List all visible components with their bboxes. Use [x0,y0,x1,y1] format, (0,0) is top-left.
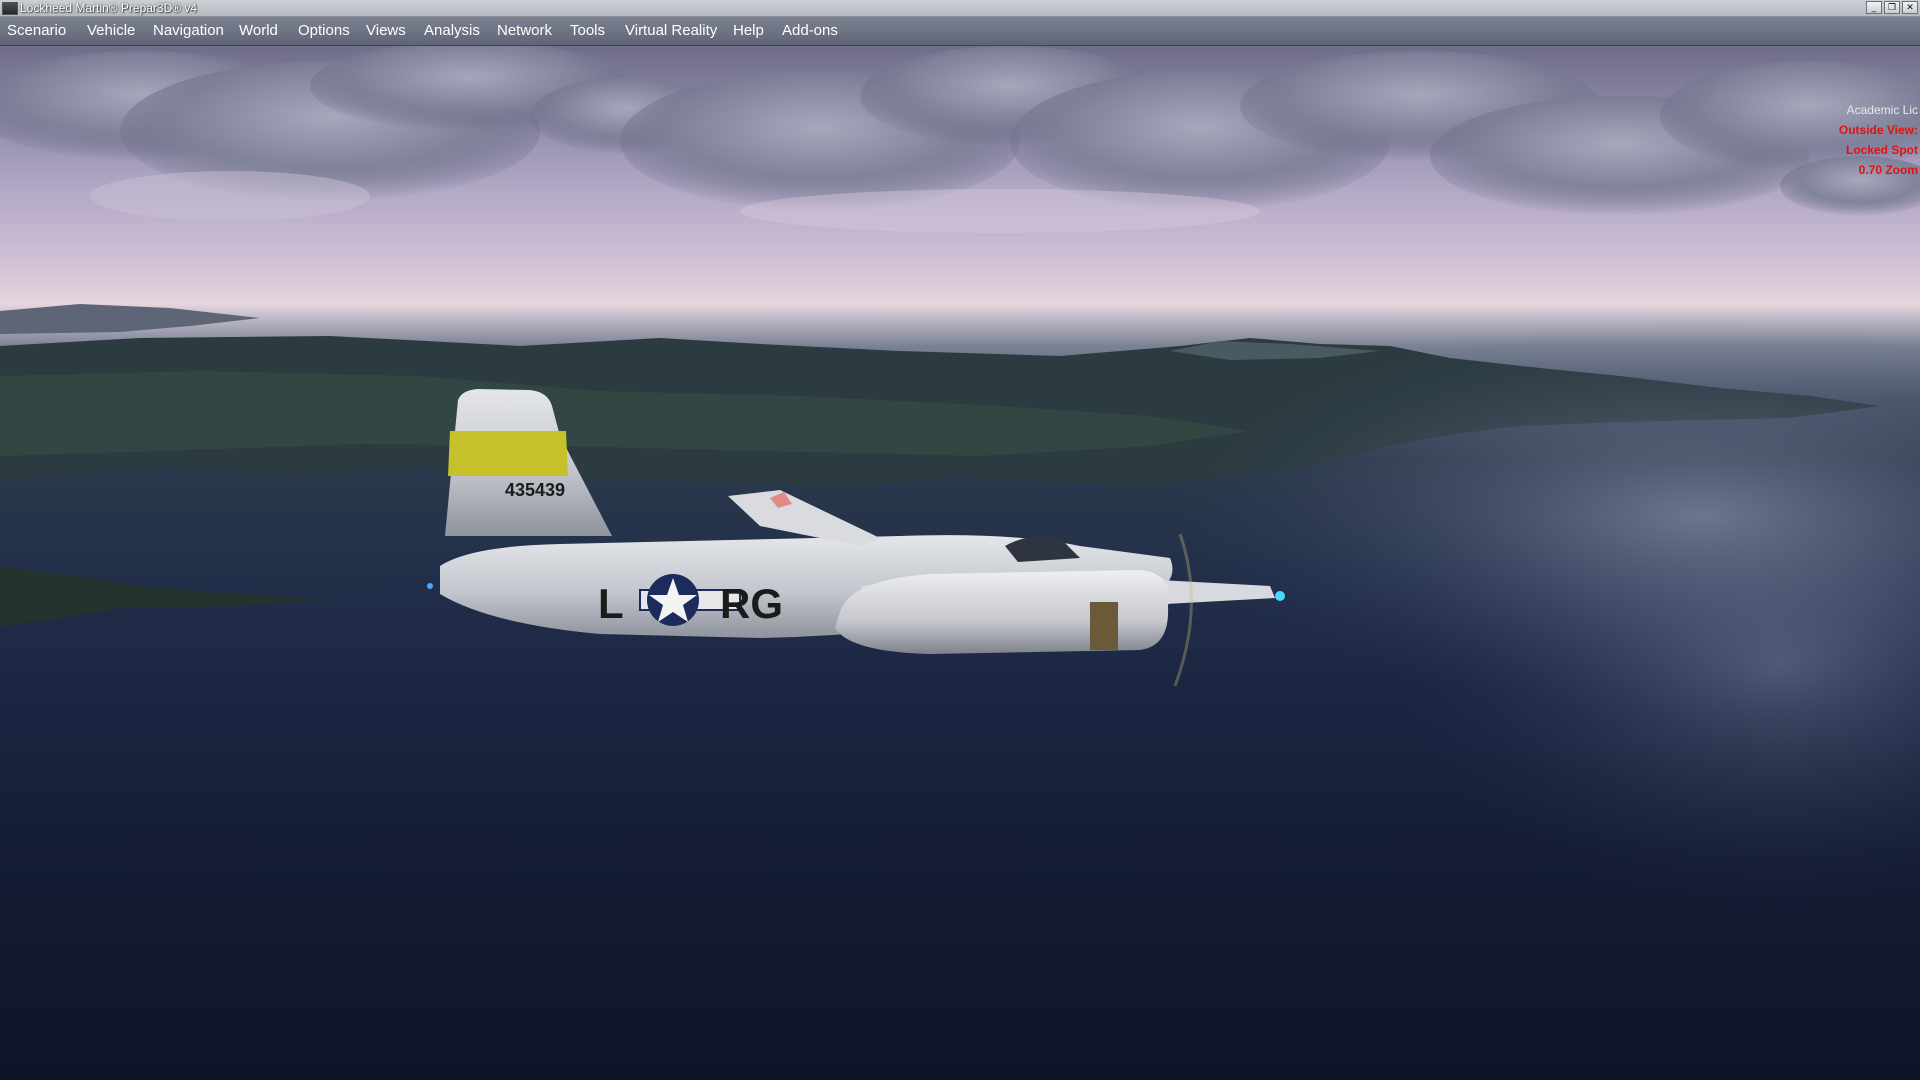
menu-bar: Scenario Vehicle Navigation World Option… [0,17,1920,46]
engine-nacelle [835,570,1170,654]
zoom-label: 0.70 Zoom [1858,163,1918,177]
menu-add-ons[interactable]: Add-ons [782,22,838,40]
view-mode-label: Outside View: [1838,123,1918,137]
app-icon[interactable] [2,2,18,15]
cloud-layer [0,46,1920,233]
menu-navigation[interactable]: Navigation [153,22,224,40]
far-wing [728,490,880,546]
propeller-blur [1173,533,1193,687]
code-letter-left: L [598,580,624,627]
menu-analysis[interactable]: Analysis [424,22,480,40]
code-letters-right: RG [720,580,783,627]
simulation-viewport[interactable]: 435439 L RG Academic Lic Outside View: L… [0,46,1920,1080]
restore-button[interactable]: ❐ [1884,1,1900,14]
engine-exhaust [1090,602,1118,650]
view-type-label: Locked Spot [1845,143,1918,157]
menu-scenario[interactable]: Scenario [7,22,66,40]
license-label: Academic Lic [1846,103,1918,117]
flight-scene: 435439 L RG [0,46,1920,906]
simulator-window: Lockheed Martin® Prepar3D® v4 _ ❐ ✕ Scen… [0,0,1920,1080]
nav-light-tail [427,583,433,589]
minimize-button[interactable]: _ [1866,1,1882,14]
tail-band [448,431,568,476]
menu-vehicle[interactable]: Vehicle [87,22,135,40]
menu-network[interactable]: Network [497,22,552,40]
close-button[interactable]: ✕ [1902,1,1918,14]
menu-options[interactable]: Options [298,22,350,40]
nav-light-wingtip [1275,591,1285,601]
menu-tools[interactable]: Tools [570,22,605,40]
tail-number: 435439 [505,480,565,500]
window-title: Lockheed Martin® Prepar3D® v4 [20,1,198,15]
menu-views[interactable]: Views [366,22,406,40]
menu-help[interactable]: Help [733,22,764,40]
menu-virtual-reality[interactable]: Virtual Reality [625,22,717,40]
window-controls: _ ❐ ✕ [1866,1,1918,15]
menu-world[interactable]: World [239,22,278,40]
hud-overlay: Academic Lic Outside View: Locked Spot 0… [1839,100,1918,180]
title-bar[interactable]: Lockheed Martin® Prepar3D® v4 _ ❐ ✕ [0,0,1920,17]
